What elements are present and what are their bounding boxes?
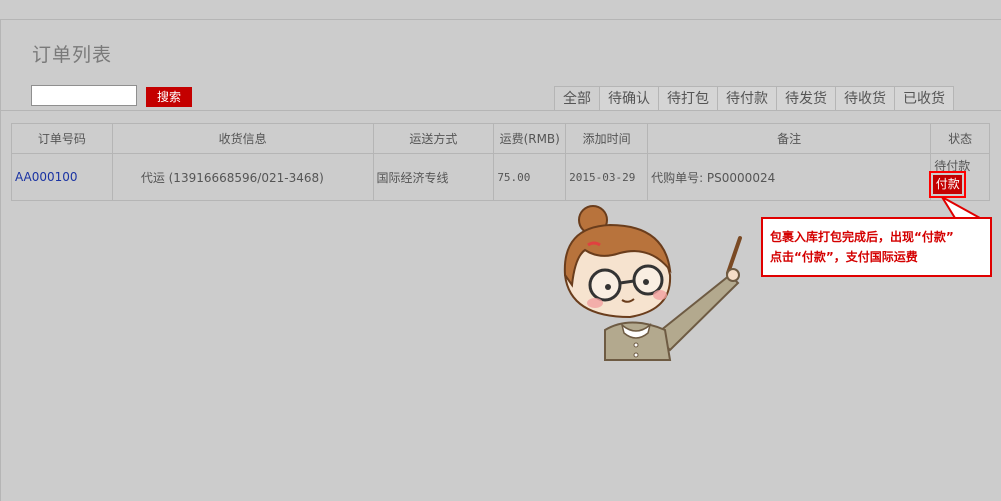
status-cell: 待付款 付款 [929, 153, 990, 201]
left-divider [0, 20, 1, 501]
orders-table: 订单号码 收货信息 运送方式 运费(RMB) 添加时间 备注 状态 AA0001… [11, 123, 990, 201]
remark-cell: 代购单号: PS0000024 [647, 153, 932, 201]
pay-button[interactable]: 付款 [929, 171, 967, 198]
col-shipping: 运送方式 [372, 123, 495, 154]
col-order-no: 订单号码 [11, 123, 113, 154]
tab-pending-receive[interactable]: 待收货 [835, 86, 895, 111]
col-receiver: 收货信息 [111, 123, 374, 154]
toolbar-divider [0, 110, 1001, 111]
search-input[interactable] [31, 85, 137, 106]
table-header-row: 订单号码 收货信息 运送方式 运费(RMB) 添加时间 备注 状态 [11, 123, 990, 154]
col-added: 添加时间 [565, 123, 649, 154]
tab-received[interactable]: 已收货 [894, 86, 954, 111]
status-text: 待付款 [934, 159, 971, 173]
page-title: 订单列表 [32, 44, 113, 66]
tab-pending-pack[interactable]: 待打包 [658, 86, 718, 111]
table-row: AA000100 代运 (13916668596/021-3468) 国际经济专… [11, 153, 990, 201]
tab-pending-payment[interactable]: 待付款 [717, 86, 777, 111]
col-remark: 备注 [647, 123, 932, 154]
added-cell: 2015-03-29 [565, 153, 649, 201]
tab-all[interactable]: 全部 [554, 86, 600, 111]
search-button[interactable]: 搜索 [146, 87, 192, 107]
top-divider [0, 19, 1001, 20]
tab-pending-confirm[interactable]: 待确认 [599, 86, 659, 111]
order-no-link[interactable]: AA000100 [11, 153, 113, 201]
instruction-callout: 包裹入库打包完成后，出现“付款” 点击“付款”，支付国际运费 [761, 217, 992, 277]
callout-line-1: 包裹入库打包完成后，出现“付款” [770, 230, 954, 244]
col-status: 状态 [930, 123, 990, 154]
teacher-girl-illustration [563, 205, 742, 361]
status-wrap: 待付款 付款 [929, 154, 989, 200]
callout-line-2: 点击“付款”，支付国际运费 [770, 250, 918, 264]
shipping-cell: 国际经济专线 [372, 153, 495, 201]
status-tabs: 全部 待确认 待打包 待付款 待发货 待收货 已收货 [554, 86, 954, 111]
col-fee: 运费(RMB) [493, 123, 567, 154]
fee-cell: 75.00 [493, 153, 567, 201]
receiver-cell: 代运 (13916668596/021-3468) [111, 153, 374, 201]
tab-pending-ship[interactable]: 待发货 [776, 86, 836, 111]
